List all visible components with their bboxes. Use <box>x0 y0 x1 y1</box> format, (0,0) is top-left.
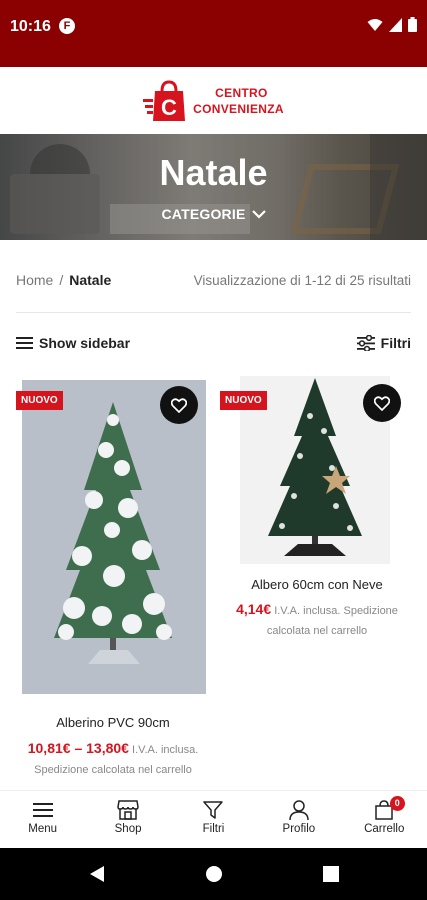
product-card[interactable]: NUOVO Alberino PVC 90cm 10,81€ – 13,80€ … <box>16 378 210 790</box>
hamburger-icon <box>16 337 33 349</box>
nav-menu[interactable]: Menu <box>0 791 85 848</box>
filters-button[interactable]: Filtri <box>356 335 411 351</box>
product-image[interactable] <box>22 380 206 694</box>
nav-menu-label: Menu <box>28 823 58 835</box>
nav-profile[interactable]: Profilo <box>256 791 341 848</box>
home-icon[interactable] <box>205 865 223 883</box>
filters-label: Filtri <box>380 335 411 351</box>
new-badge: NUOVO <box>220 391 267 410</box>
product-card[interactable]: NUOVO Albero 60cm con Neve 4,14€ I.V.A. … <box>220 372 414 640</box>
logo-mark-icon: C <box>143 79 186 121</box>
wifi-icon <box>367 18 383 31</box>
nav-shop-label: Shop <box>114 823 142 835</box>
app-notification-icon: F <box>59 18 75 34</box>
nav-filters[interactable]: Filtri <box>171 791 256 848</box>
chevron-down-icon <box>251 210 266 219</box>
nav-shop[interactable]: Shop <box>86 791 171 848</box>
shipping-note: calcolata nel carrello <box>266 625 368 637</box>
status-time: 10:16 <box>10 18 51 35</box>
new-badge: NUOVO <box>16 391 63 410</box>
breadcrumb-home-link[interactable]: Home <box>16 272 53 288</box>
breadcrumb-current: Natale <box>69 272 112 288</box>
back-icon[interactable] <box>89 865 105 883</box>
heart-icon <box>171 397 187 413</box>
wishlist-button[interactable] <box>363 384 401 422</box>
category-hero-banner: Natale CATEGORIE <box>0 134 427 240</box>
show-sidebar-label: Show sidebar <box>39 335 131 351</box>
site-logo[interactable]: C CENTRO CONVENIENZA <box>143 79 284 123</box>
logo-text-line2: CONVENIENZA <box>193 101 284 116</box>
user-icon <box>289 800 309 820</box>
divider <box>16 312 411 313</box>
category-title: Natale <box>159 152 268 193</box>
filter-icon <box>203 801 224 819</box>
product-name[interactable]: Albero 60cm con Neve <box>220 577 414 592</box>
product-price: 4,14€ <box>236 601 272 617</box>
battery-icon <box>408 17 417 32</box>
price-vat-note: I.V.A. inclusa. <box>132 744 199 756</box>
site-header: C CENTRO CONVENIENZA <box>0 67 427 134</box>
shop-icon <box>117 800 139 820</box>
nav-cart[interactable]: 0 Carrello <box>342 791 427 848</box>
sliders-icon <box>356 335 375 351</box>
results-count: Visualizzazione di 1-12 di 25 risultati <box>193 272 411 288</box>
price-vat-note: I.V.A. inclusa. Spedizione <box>274 605 398 617</box>
android-nav-bar <box>0 848 427 900</box>
nav-profile-label: Profilo <box>282 823 316 835</box>
wishlist-button[interactable] <box>160 386 198 424</box>
recents-icon[interactable] <box>322 866 339 882</box>
logo-text-line1: CENTRO <box>215 85 268 100</box>
product-price: 10,81€ – 13,80€ <box>27 740 129 756</box>
categories-label: CATEGORIE <box>161 206 246 222</box>
shipping-note: Spedizione calcolata nel carrello <box>34 764 192 776</box>
breadcrumb-separator: / <box>59 272 64 288</box>
cart-count-badge: 0 <box>389 796 405 811</box>
show-sidebar-button[interactable]: Show sidebar <box>16 335 130 351</box>
signal-icon <box>389 17 402 32</box>
heart-icon <box>374 395 390 411</box>
breadcrumb: Home / Natale <box>16 272 111 288</box>
status-bar: 10:16 F <box>0 0 427 67</box>
svg-text:C: C <box>161 95 177 120</box>
bottom-nav: Menu Shop Filtri Profilo 0 Carrello <box>0 790 427 848</box>
nav-cart-label: Carrello <box>364 823 405 835</box>
nav-filters-label: Filtri <box>202 823 225 835</box>
menu-icon <box>32 803 53 817</box>
product-name[interactable]: Alberino PVC 90cm <box>16 715 210 730</box>
categories-dropdown[interactable]: CATEGORIE <box>0 206 427 222</box>
